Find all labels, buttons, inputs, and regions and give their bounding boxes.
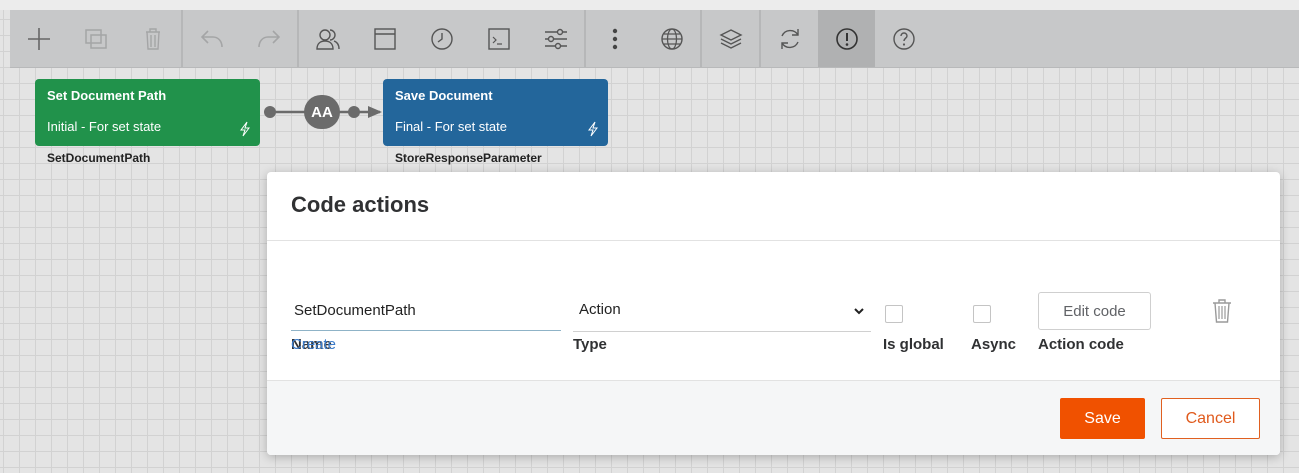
- layers-button[interactable]: [702, 10, 759, 67]
- code-actions-dialog: Code actions Name Type Is global Async A…: [267, 172, 1280, 455]
- async-checkbox[interactable]: [973, 305, 991, 323]
- node-subtitle: Final - For set state: [395, 119, 507, 134]
- copy-icon: [84, 28, 107, 49]
- clock-icon: [430, 27, 453, 50]
- copy-button[interactable]: [67, 10, 124, 67]
- node-subtitle: Initial - For set state: [47, 119, 162, 134]
- state-node-set-document-path[interactable]: Set Document Path Initial - For set stat…: [35, 79, 260, 146]
- more-button[interactable]: [586, 10, 643, 67]
- undo-icon: [200, 29, 223, 47]
- terminal-icon: [487, 27, 510, 50]
- redo-button[interactable]: [240, 10, 297, 67]
- toolbar-group-status: [761, 10, 932, 67]
- layers-icon: [718, 28, 743, 49]
- sliders-icon: [544, 28, 567, 49]
- window-icon: [373, 27, 396, 50]
- save-button[interactable]: Save: [1060, 398, 1145, 439]
- terminal-button[interactable]: [470, 10, 527, 67]
- clock-button[interactable]: [413, 10, 470, 67]
- undo-button[interactable]: [183, 10, 240, 67]
- dialog-header: Code actions: [267, 172, 1280, 241]
- action-name-input[interactable]: [291, 291, 561, 331]
- users-button[interactable]: [299, 10, 356, 67]
- edit-code-button[interactable]: Edit code: [1038, 292, 1151, 330]
- create-link[interactable]: Create: [291, 336, 336, 353]
- node-label: StoreResponseParameter: [395, 151, 542, 165]
- node-title: Save Document: [395, 88, 493, 103]
- warning-circle-icon: [835, 27, 858, 50]
- refresh-button[interactable]: [761, 10, 818, 67]
- redo-icon: [257, 29, 280, 47]
- node-title: Set Document Path: [47, 88, 167, 103]
- column-header-is-global: Is global: [883, 336, 944, 353]
- trash-icon[interactable]: [1211, 298, 1233, 324]
- type-select-value: Action: [579, 301, 621, 318]
- toolbar-group-layers: [702, 10, 761, 67]
- column-header-async: Async: [971, 336, 1017, 353]
- globe-icon: [660, 27, 683, 50]
- help-button[interactable]: [875, 10, 932, 67]
- lightning-icon: [240, 121, 250, 137]
- more-vertical-icon: [612, 28, 617, 49]
- globe-button[interactable]: [643, 10, 700, 67]
- is-global-checkbox[interactable]: [885, 305, 903, 323]
- delete-button[interactable]: [124, 10, 181, 67]
- top-strip: [0, 0, 1299, 10]
- lightning-icon: [588, 121, 598, 137]
- column-header-type: Type: [573, 336, 607, 353]
- node-label: SetDocumentPath: [47, 151, 151, 165]
- add-icon: [27, 27, 50, 50]
- toolbar-group-misc: [586, 10, 702, 67]
- transition-badge[interactable]: AA: [304, 95, 340, 129]
- toolbar: [10, 10, 1299, 68]
- window-button[interactable]: [356, 10, 413, 67]
- refresh-icon: [780, 28, 799, 49]
- state-node-save-document[interactable]: Save Document Final - For set state: [383, 79, 608, 146]
- dialog-footer: Save Cancel: [267, 380, 1280, 455]
- warnings-button[interactable]: [818, 10, 875, 67]
- chevron-down-icon: [854, 308, 864, 315]
- users-icon: [315, 28, 340, 50]
- settings-sliders-button[interactable]: [527, 10, 584, 67]
- column-header-action-code: Action code: [1038, 336, 1124, 353]
- toolbar-group-edit: [10, 10, 183, 67]
- add-button[interactable]: [10, 10, 67, 67]
- dialog-title: Code actions: [291, 192, 430, 217]
- toolbar-group-tools: [299, 10, 586, 67]
- delete-icon: [145, 27, 160, 50]
- toolbar-group-history: [183, 10, 299, 67]
- cancel-button[interactable]: Cancel: [1161, 398, 1260, 439]
- help-icon: [892, 27, 915, 50]
- action-type-select[interactable]: Action: [573, 291, 871, 332]
